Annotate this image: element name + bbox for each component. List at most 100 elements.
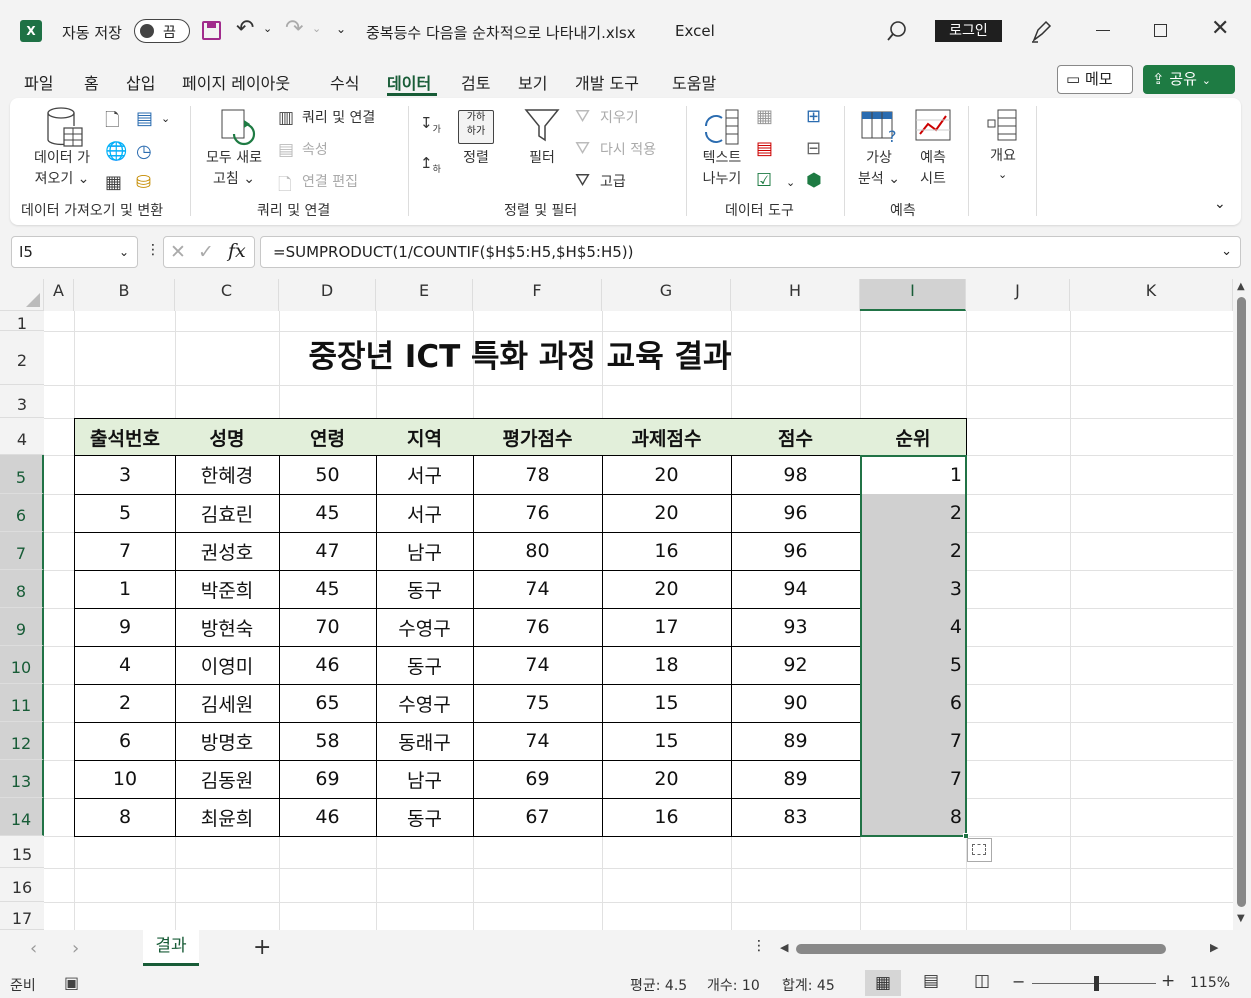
existing-connections-icon[interactable]: ◷ — [136, 141, 152, 162]
table-cell[interactable]: 동구 — [376, 646, 474, 685]
table-cell[interactable]: 80 — [473, 532, 603, 571]
maximize-icon[interactable] — [1154, 24, 1167, 37]
remove-duplicates-icon[interactable]: ▤ — [756, 138, 773, 159]
table-cell[interactable]: 89 — [731, 760, 861, 799]
table-cell[interactable]: 15 — [602, 722, 732, 761]
row-header-13[interactable]: 13 — [0, 760, 44, 798]
table-cell[interactable]: 46 — [279, 798, 377, 837]
column-header-k[interactable]: K — [1070, 279, 1233, 311]
vertical-scrollbar[interactable]: ▲ ▼ — [1233, 279, 1251, 930]
sheet-title[interactable]: 중장년 ICT 특화 과정 교육 결과 — [175, 331, 865, 383]
table-header-cell[interactable]: 점수 — [731, 418, 861, 456]
rank-cell[interactable]: 3 — [860, 570, 967, 609]
tab-developer[interactable]: 개발 도구 — [575, 70, 639, 94]
relationships-icon[interactable]: ⊟ — [806, 138, 821, 159]
login-button[interactable]: 로그인 — [935, 20, 1002, 42]
table-cell[interactable]: 10 — [74, 760, 176, 799]
share-button[interactable]: ⇪ 공유 ⌄ — [1143, 65, 1235, 94]
row-header-1[interactable]: 1 — [0, 311, 44, 333]
table-cell[interactable]: 8 — [74, 798, 176, 837]
filter-button[interactable]: 필터 — [524, 148, 560, 169]
table-cell[interactable]: 20 — [602, 455, 732, 495]
row-header-15[interactable]: 15 — [0, 836, 44, 868]
row-header-9[interactable]: 9 — [0, 608, 44, 646]
name-box-dropdown-icon[interactable]: ⌄ — [119, 237, 129, 267]
formula-expand-icon[interactable]: ⌄ — [1221, 237, 1232, 267]
qat-more-icon[interactable]: ⌄ — [336, 22, 346, 36]
row-header-17[interactable]: 17 — [0, 902, 44, 930]
table-cell[interactable]: 김동원 — [175, 760, 280, 799]
forecast-sheet-icon[interactable] — [914, 108, 952, 144]
status-average[interactable]: 평균: 4.5 — [630, 975, 687, 995]
column-header-b[interactable]: B — [74, 279, 175, 311]
table-cell[interactable]: 3 — [74, 455, 176, 495]
table-header-cell[interactable]: 성명 — [175, 418, 280, 456]
sheet-tab-result[interactable]: 결과 — [143, 930, 199, 966]
table-cell[interactable]: 74 — [473, 722, 603, 761]
table-cell[interactable]: 1 — [74, 570, 176, 609]
table-cell[interactable]: 동래구 — [376, 722, 474, 761]
close-icon[interactable]: ✕ — [1211, 16, 1229, 41]
table-header-cell[interactable]: 출석번호 — [74, 418, 176, 456]
what-if-icon[interactable]: ? — [860, 108, 900, 144]
table-cell[interactable]: 수영구 — [376, 608, 474, 647]
zoom-in-icon[interactable]: + — [1161, 971, 1175, 991]
tab-help[interactable]: 도움말 — [672, 70, 716, 94]
outline-button[interactable]: 개요 — [982, 146, 1024, 167]
data-model-icon[interactable]: ⬢ — [806, 170, 822, 191]
scroll-down-icon[interactable]: ▼ — [1237, 913, 1245, 924]
outline-icon[interactable] — [986, 108, 1020, 142]
column-header-g[interactable]: G — [602, 279, 731, 311]
tab-file[interactable]: 파일 — [24, 70, 53, 94]
table-cell[interactable]: 20 — [602, 760, 732, 799]
tab-review[interactable]: 검토 — [461, 70, 490, 94]
advanced-filter-icon[interactable]: ⛛ — [575, 170, 590, 191]
rank-cell[interactable]: 6 — [860, 684, 967, 723]
table-cell[interactable]: 45 — [279, 570, 377, 609]
table-cell[interactable]: 16 — [602, 798, 732, 837]
sort-ascending-icon[interactable]: ↧가 — [420, 114, 441, 135]
undo-icon[interactable]: ↶ — [236, 16, 254, 41]
scroll-right-icon[interactable]: ▶ — [1210, 941, 1218, 954]
formula-input[interactable]: =SUMPRODUCT(1/COUNTIF($H$5:H5,$H$5:H5)) … — [260, 236, 1241, 268]
table-cell[interactable]: 이영미 — [175, 646, 280, 685]
table-cell[interactable]: 90 — [731, 684, 861, 723]
from-web-icon[interactable]: 🌐 — [105, 141, 127, 162]
row-header-7[interactable]: 7 — [0, 532, 44, 570]
column-header-c[interactable]: C — [175, 279, 279, 311]
table-cell[interactable]: 96 — [731, 532, 861, 571]
sort-descending-icon[interactable]: ↥하 — [420, 154, 441, 175]
table-cell[interactable]: 남구 — [376, 532, 474, 571]
get-data-label[interactable]: 데이터 가 져오기 ⌄ — [24, 148, 100, 190]
select-all-corner[interactable] — [0, 279, 44, 311]
row-header-5[interactable]: 5 — [0, 455, 44, 494]
text-to-columns-label[interactable]: 텍스트 나누기 — [694, 148, 750, 190]
status-count[interactable]: 개수: 10 — [707, 975, 760, 995]
from-text-icon[interactable]: 🗋 — [105, 108, 119, 138]
zoom-level[interactable]: 115% — [1190, 975, 1230, 991]
rank-cell[interactable]: 7 — [860, 722, 967, 761]
undo-dropdown-icon[interactable]: ⌄ — [263, 22, 272, 35]
table-cell[interactable]: 76 — [473, 494, 603, 533]
table-cell[interactable]: 20 — [602, 494, 732, 533]
table-header-cell[interactable]: 평가점수 — [473, 418, 603, 456]
page-layout-view-icon[interactable]: ▤ — [923, 971, 939, 991]
table-cell[interactable]: 수영구 — [376, 684, 474, 723]
table-cell[interactable]: 74 — [473, 646, 603, 685]
rank-cell[interactable]: 2 — [860, 532, 967, 571]
table-cell[interactable]: 동구 — [376, 570, 474, 609]
text-to-columns-icon[interactable] — [702, 108, 742, 146]
rank-cell[interactable]: 1 — [860, 455, 967, 495]
tab-view[interactable]: 보기 — [518, 70, 547, 94]
from-table-icon[interactable]: ▦ — [105, 172, 122, 193]
minimize-icon[interactable] — [1096, 30, 1110, 31]
pen-icon[interactable] — [1030, 18, 1054, 44]
scroll-up-icon[interactable]: ▲ — [1237, 281, 1245, 292]
column-header-f[interactable]: F — [473, 279, 602, 311]
rank-cell[interactable]: 7 — [860, 760, 967, 799]
row-header-2[interactable]: 2 — [0, 331, 44, 385]
table-cell[interactable]: 방현숙 — [175, 608, 280, 647]
horizontal-scroll-thumb[interactable] — [796, 944, 1166, 954]
scroll-left-icon[interactable]: ◀ — [780, 941, 788, 954]
table-cell[interactable]: 7 — [74, 532, 176, 571]
